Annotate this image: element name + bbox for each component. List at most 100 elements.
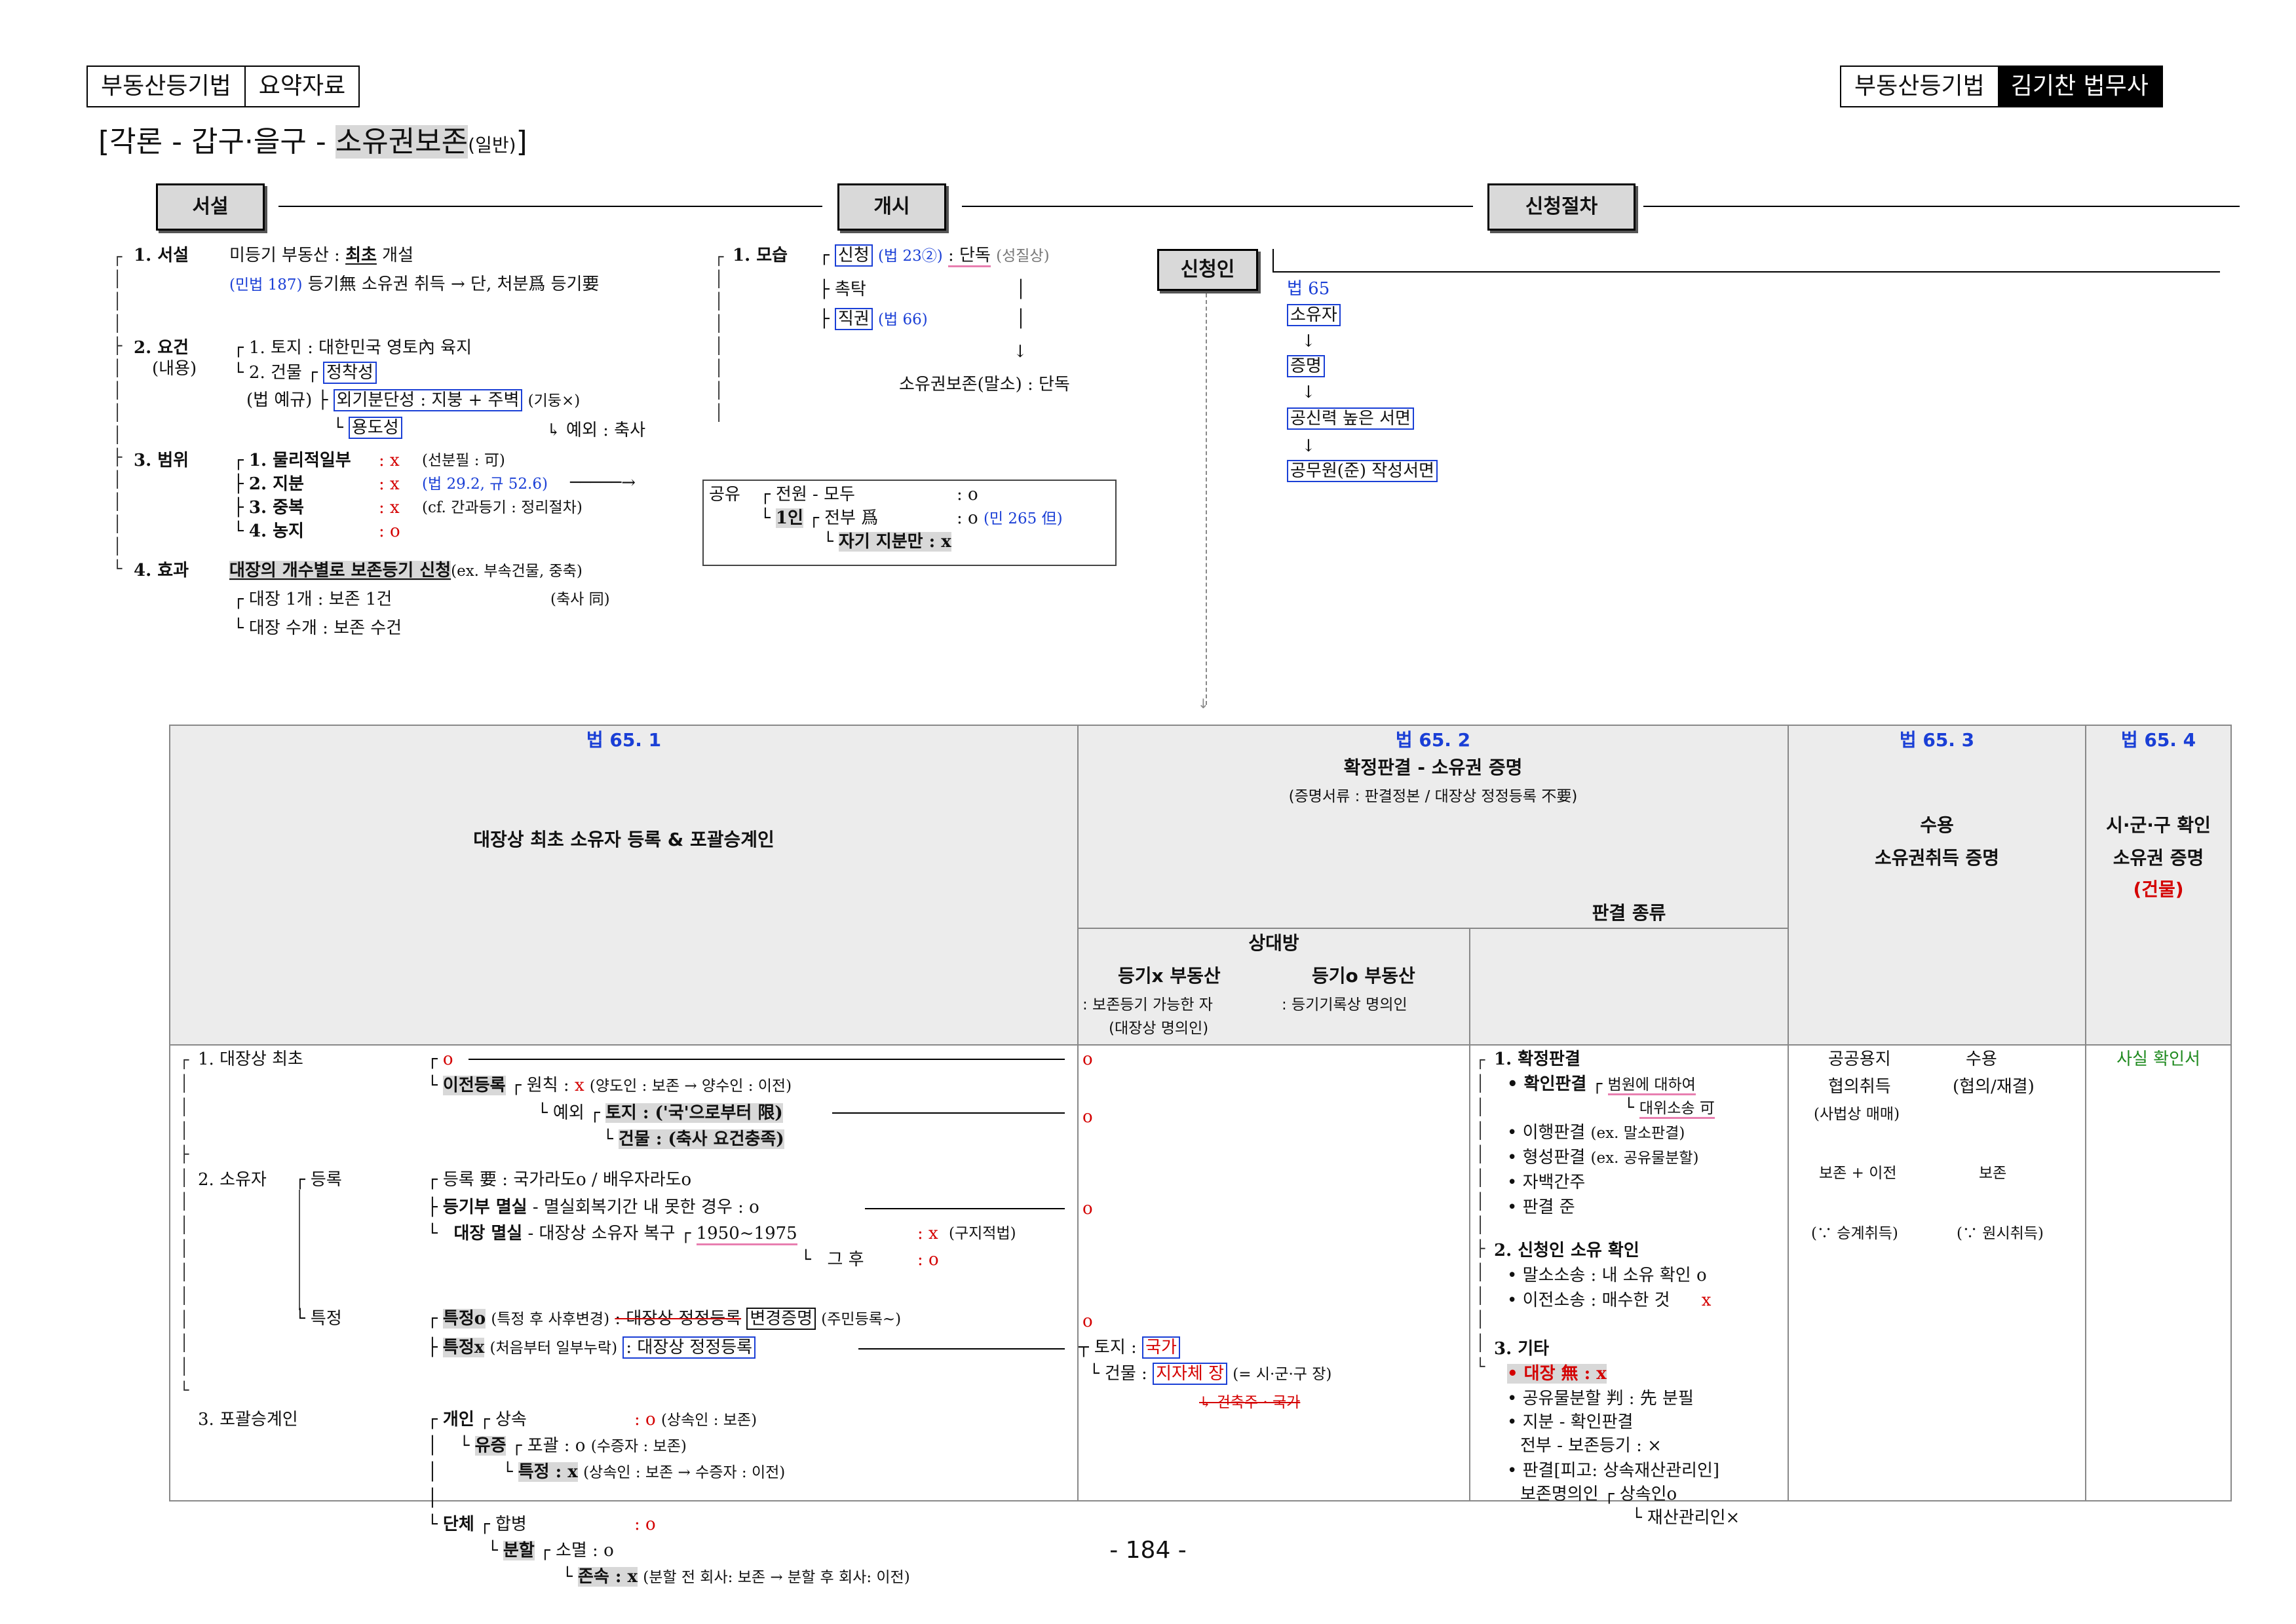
overview-b-bar: │ xyxy=(1016,280,1026,299)
row2-c3n: (구지적법) xyxy=(949,1225,1016,1242)
applicant-dashed-arrow: ↓ xyxy=(1198,696,1209,711)
judgment-2a: • 말소소송 : 내 소유 확인 o xyxy=(1507,1266,1707,1285)
col2a-o4: o xyxy=(1082,1312,1093,1331)
expr-3: (사법상 매매) xyxy=(1814,1106,1900,1123)
col2a-o1: o xyxy=(1082,1049,1093,1069)
co-2: └ 1인 ┌ 전부 爲 xyxy=(760,508,879,528)
row3-will: │ └ 유증 ┌ 포괄 : o (수증자 : 보존) xyxy=(427,1436,687,1456)
judgment-3a: • 대장 無 : x xyxy=(1507,1364,1607,1384)
expr-2b: (협의/재결) xyxy=(1953,1077,2035,1097)
overview-down-arrow: ↓ xyxy=(1013,342,1027,362)
procedure-law: 법 65 xyxy=(1287,279,1330,299)
col2b-body: ┌ │ │ │ │ │ │ │ ├ │ │ │ │ └ 1. 확정판결 • 확인판결 ┌ 범원에 대하여 … xyxy=(1469,1044,1789,1528)
intro-tree-lines: ┌ │ │ │ ├ │ │ │ │ ├ │ │ │ │ └ xyxy=(113,248,123,578)
intro-l3-2n: (법 29.2, 규 52.6) xyxy=(422,476,548,493)
co-2v: : o (민 265 但) xyxy=(957,508,1063,528)
header-right-tab-author: 김기찬 법무사 xyxy=(1997,67,2162,106)
intro-l3-1n: (선분필 : 可) xyxy=(422,452,505,469)
co-label: 공유 xyxy=(709,485,740,504)
procedure-p4: 공무원(준) 작성서면 xyxy=(1287,460,1438,482)
judgment-3b: • 공유물분할 判 : 先 분필 xyxy=(1507,1389,1694,1408)
intro-l3-1: ┌ 1. 물리적일부 xyxy=(233,451,351,470)
judgment-3d: • 판결[피고: 상속재산관리인] xyxy=(1507,1461,1720,1481)
row2-a: ┌ 등록 要 : 국가라도o / 배우자라도o xyxy=(427,1170,692,1190)
row3-inh-v: : o (상속인 : 보존) xyxy=(634,1410,757,1429)
col4-title3: (건물) xyxy=(2133,878,2184,900)
judgment-1e: • 판결 준 xyxy=(1507,1198,1575,1217)
procedure-p3: 공신력 높은 서면 xyxy=(1287,407,1414,430)
col2-law: 법 65. 2 xyxy=(1395,729,1471,751)
col1-header: 법 65. 1 대장상 최초 소유자 등록 & 포괄승계인 xyxy=(169,725,1079,1046)
expr-5a: (∵ 승계취득) xyxy=(1811,1225,1898,1242)
col2a-sub1: 등기x 부동산 xyxy=(1118,965,1221,987)
header-right-tabs: 부동산등기법 김기찬 법무사 xyxy=(1840,66,2163,107)
intro-l4-label: 4. 효과 xyxy=(134,561,189,580)
judgment-1b: • 이행판결 (ex. 말소판결) xyxy=(1507,1123,1685,1142)
row1-o: ┌ o xyxy=(427,1049,453,1069)
judgment-3d2: 보존명의인 ┌ 상속인o xyxy=(1520,1484,1677,1504)
judgment-1a2: └ 대위소송 可 xyxy=(1624,1098,1715,1119)
judgment-2: 2. 신청인 소유 확인 xyxy=(1494,1241,1639,1260)
intro-l3-2v: : x xyxy=(379,474,400,494)
expr-1a: 공공용지 xyxy=(1828,1049,1891,1069)
overview-label: 1. 모습 xyxy=(733,246,788,265)
row2-d: ┌ 특정o (특정 후 사후변경) : 대장상 정정등록 변경증명 (주민등록~… xyxy=(427,1308,902,1330)
intro-l2-2: └ 2. 건물 ┌ 정착성 xyxy=(233,362,377,384)
page-number: - 184 - xyxy=(1109,1537,1187,1564)
overview-a: ┌ 신청 (법 23②) : 단독 (성질상) xyxy=(819,244,1050,267)
section-procedure-button[interactable]: 신청절차 xyxy=(1487,183,1636,231)
section-overview-button[interactable]: 개시 xyxy=(837,183,946,231)
col2a-desc1: : 보존등기 가능한 자 xyxy=(1082,996,1213,1013)
judgment-1: 1. 확정판결 xyxy=(1494,1049,1580,1069)
judgment-1c: • 형성판결 (ex. 공유물분할) xyxy=(1507,1148,1699,1167)
col3-header: 법 65. 3 수용 소유권취득 증명 xyxy=(1788,725,2086,1046)
fact-cert: 사실 확인서 xyxy=(2116,1049,2200,1069)
col2b-header: 판결 종류 xyxy=(1469,903,1789,1046)
intro-l3-4: └ 4. 농지 xyxy=(233,521,304,541)
intro-l3-2: ├ 2. 지분 xyxy=(233,474,304,494)
procedure-p1: 소유자 xyxy=(1287,304,1341,326)
procedure-vline xyxy=(1272,249,1274,271)
intro-l3-1v: : x xyxy=(379,451,400,470)
expr-4a: 보존 + 이전 xyxy=(1819,1165,1897,1182)
intro-l4-a: 대장의 개수별로 보존등기 신청(ex. 부속건물, 중축) xyxy=(229,561,583,580)
intro-l2-sub: (내용) xyxy=(152,359,197,379)
intro-l1-label: 1. 서설 xyxy=(134,246,189,265)
title-close: ] xyxy=(516,125,527,159)
intro-l3-3v: : x xyxy=(379,498,400,518)
row3-bar: │ xyxy=(427,1488,438,1508)
header-left-tab-summary: 요약자료 xyxy=(244,67,358,106)
row3-will-b: │ └ 특정 : x (상속인 : 보존 → 수증자 : 이전) xyxy=(427,1462,786,1482)
page-title: [각론 - 갑구·을구 - 소유권보존(일반)] xyxy=(98,123,527,164)
procedure-p2: 증명 xyxy=(1287,355,1325,377)
col2a-o2: o xyxy=(1082,1107,1093,1127)
col1-title: 대장상 최초 소유자 등록 & 포괄승계인 xyxy=(473,829,775,850)
intro-l3-3n: (cf. 간과등기 : 정리절차) xyxy=(422,499,583,516)
intro-l3-arrow: ─────→ xyxy=(570,473,636,493)
row2-b: ├ 등기부 멸실 - 멸실회복기간 내 못한 경우 : o xyxy=(427,1198,759,1217)
judgment-3c: • 지분 - 확인판결 xyxy=(1507,1412,1634,1432)
judgment-2b: • 이전소송 : 매수한 것 x xyxy=(1507,1291,1712,1310)
expr-5b: (∵ 원시취득) xyxy=(1957,1225,2044,1242)
row3-label: 3. 포괄승계인 xyxy=(198,1410,298,1429)
row2-e-line xyxy=(858,1348,1065,1350)
procedure-hline xyxy=(1272,271,2220,273)
col1-tree-lines: ┌ │ │ │ ├ │ │ │ │ │ │ │ │ │ └ xyxy=(180,1051,189,1399)
row2-spec: └ 특정 xyxy=(295,1309,342,1329)
col3-title1: 수용 xyxy=(1920,814,1954,836)
row3-grp: └ 단체 ┌ 합병 xyxy=(427,1515,527,1534)
row2-c4: └ 그 후 xyxy=(801,1250,864,1270)
expr-1b: 수용 xyxy=(1966,1049,1997,1069)
col2a-o3: o xyxy=(1082,1199,1093,1218)
col1-body: ┌ │ │ │ ├ │ │ │ │ │ │ │ │ │ └ 1. 대장상 최초 ┌ o └ 이전등록 ┌ 원… xyxy=(169,1044,1079,1587)
row3-ind: ┌ 개인 ┌ 상속 xyxy=(427,1410,527,1429)
section-intro-button[interactable]: 서설 xyxy=(156,183,265,231)
applicant-box: 신청인 xyxy=(1157,249,1258,291)
col2-header: 법 65. 2 확정판결 - 소유권 증명 (증명서류 : 판결정본 / 대장상… xyxy=(1077,725,1789,929)
judgment-1d: • 자백간주 xyxy=(1507,1173,1586,1192)
row2-c4v: : o xyxy=(917,1250,939,1270)
overview-c: ├ 직권 (법 66) xyxy=(819,308,928,330)
col2-note: (증명서류 : 판결정본 / 대장상 정정등록 不要) xyxy=(1288,788,1578,805)
co-3: └ 자기 지분만 : x xyxy=(823,532,951,552)
col2-title: 확정판결 - 소유권 증명 xyxy=(1343,757,1523,778)
